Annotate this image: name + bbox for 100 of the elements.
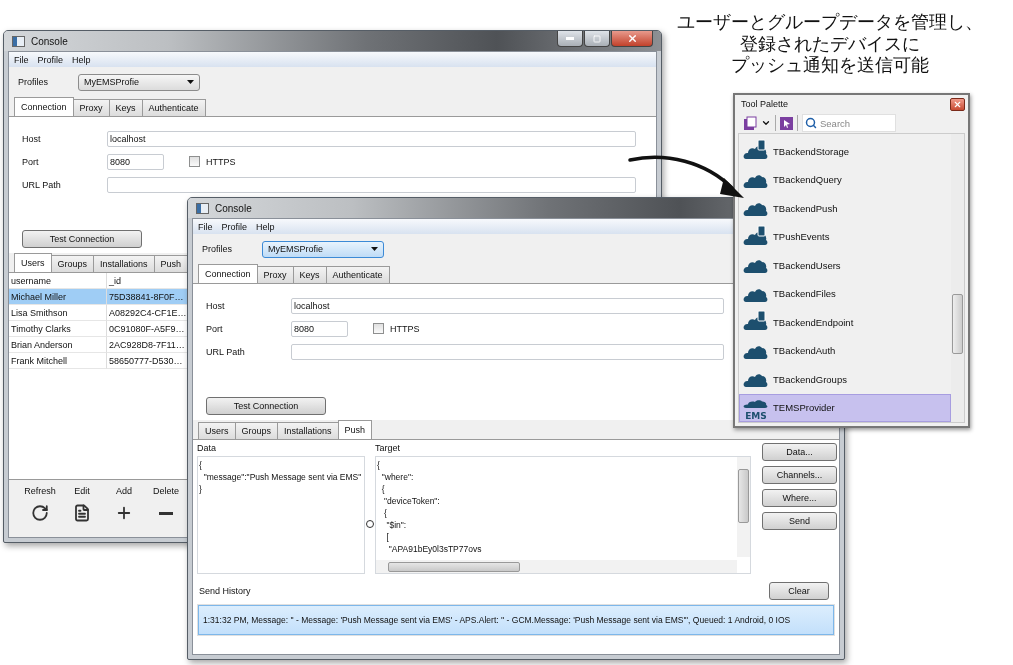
tab[interactable]: Groups	[50, 255, 95, 272]
palette-item[interactable]: EMS TEMSProvider	[739, 393, 951, 422]
refresh-button[interactable]: Refresh	[19, 486, 61, 537]
table-cell[interactable]: Brian Anderson	[9, 337, 107, 353]
data-text-area[interactable]: { "message":"Push Message sent via EMS" }	[197, 456, 365, 574]
tab[interactable]: Users	[14, 253, 52, 272]
palette-item[interactable]: TBackendQuery	[739, 165, 951, 194]
close-button[interactable]	[611, 31, 653, 47]
menu-item[interactable]: Profile	[221, 221, 248, 232]
palette-item[interactable]: TBackendEndpoint	[739, 308, 951, 337]
tab[interactable]: Connection	[14, 97, 74, 116]
search-field[interactable]: Search	[802, 114, 896, 132]
url-path-field[interactable]	[291, 343, 724, 360]
test-connection-button[interactable]: Test Connection	[22, 230, 142, 248]
menu-item[interactable]: Help	[256, 221, 275, 232]
category-icon[interactable]	[743, 115, 757, 131]
field-label: Host	[22, 133, 42, 144]
field-label: Host	[206, 300, 226, 311]
profile-dropdown[interactable]: MyEMSProfie	[78, 73, 200, 91]
palette-item[interactable]: TBackendUsers	[739, 251, 951, 280]
palette-item[interactable]: TBackendStorage	[739, 137, 951, 166]
tab[interactable]: Proxy	[72, 99, 110, 116]
maximize-button[interactable]	[584, 31, 610, 47]
field-label: Port	[206, 323, 224, 334]
refresh-icon	[31, 504, 49, 522]
pointer-icon[interactable]	[780, 116, 793, 130]
vertical-scrollbar[interactable]	[737, 457, 750, 557]
search-icon	[805, 117, 817, 129]
checkbox[interactable]	[189, 156, 200, 167]
table-cell[interactable]: Michael Miller	[9, 289, 107, 305]
palette-item[interactable]: TBackendAuth	[739, 336, 951, 365]
caret-icon[interactable]	[761, 118, 771, 128]
maximize-icon	[593, 34, 601, 43]
host-field[interactable]: localhost	[107, 130, 636, 147]
app-icon	[196, 202, 209, 214]
minimize-icon	[566, 37, 574, 40]
edit-button[interactable]: Edit	[61, 486, 103, 537]
field-label: Profiles	[18, 77, 49, 87]
field-label: Target	[375, 443, 401, 453]
tab[interactable]: Installations	[277, 422, 339, 439]
tab[interactable]: Installations	[93, 255, 155, 272]
field-label: Data	[197, 443, 217, 453]
tab[interactable]: Users	[198, 422, 236, 439]
caret-icon	[371, 247, 378, 251]
add-button[interactable]: Add	[103, 486, 145, 537]
window-title: Console	[215, 202, 252, 214]
palette-item[interactable]: TBackendPush	[739, 194, 951, 223]
tab[interactable]: Proxy	[256, 266, 294, 283]
url-path-field[interactable]	[107, 176, 636, 193]
history-entry[interactable]: 1:31:32 PM, Message: '' - Message: 'Push Message sent via EMS' - APS.Alert: '' - GCM.Message: 'Push Message sent via EMS'", Queued: 1 Android, 0 IOS	[198, 605, 834, 635]
menu-item[interactable]: File	[14, 54, 29, 65]
field-label: Send History	[199, 586, 251, 596]
column-header: username	[9, 273, 107, 289]
annotation-line: ユーザーとグループデータを管理し、	[676, 12, 984, 34]
add-icon	[115, 504, 133, 522]
palette-item[interactable]: TBackendGroups	[739, 365, 951, 394]
close-button[interactable]	[950, 97, 965, 111]
menu-item[interactable]: Profile	[37, 54, 64, 65]
port-field[interactable]: 8080	[107, 153, 164, 170]
port-field[interactable]: 8080	[291, 320, 348, 337]
menu-item[interactable]: Help	[72, 54, 91, 65]
test-connection-button[interactable]: Test Connection	[206, 397, 326, 415]
horizontal-scrollbar[interactable]	[376, 560, 737, 573]
table-cell[interactable]: Timothy Clarks	[9, 321, 107, 337]
table-cell[interactable]: Lisa Smithson	[9, 305, 107, 321]
checkbox-label: HTTPS	[206, 156, 236, 167]
table-cell[interactable]: Frank Mitchell	[9, 353, 107, 369]
tab[interactable]: Keys	[292, 266, 327, 283]
checkbox[interactable]	[373, 323, 384, 334]
field-label: Port	[22, 156, 40, 167]
field-label: URL Path	[206, 346, 246, 357]
tab[interactable]: Connection	[198, 264, 258, 283]
field-label: Profiles	[202, 244, 233, 254]
vertical-scrollbar[interactable]	[951, 134, 964, 422]
app-icon	[12, 35, 25, 47]
host-field[interactable]: localhost	[291, 297, 724, 314]
action-button[interactable]: Data...	[762, 443, 837, 461]
profile-dropdown[interactable]: MyEMSProfie	[262, 240, 384, 258]
caret-icon	[187, 80, 194, 84]
clear-button[interactable]: Clear	[769, 582, 829, 600]
window-title: Console	[31, 35, 68, 47]
tab[interactable]: Groups	[234, 422, 279, 439]
menu-item[interactable]: File	[198, 221, 213, 232]
tab[interactable]: Push	[337, 420, 373, 439]
tab[interactable]: Keys	[108, 99, 143, 116]
target-text-area[interactable]: { "where": { "deviceToken": { "$in": [ "APA91bEy0l3sTP77ovs	[375, 456, 751, 574]
minimize-button[interactable]	[557, 31, 583, 47]
minus-icon	[159, 512, 173, 515]
delete-button[interactable]: Delete	[145, 486, 187, 537]
palette-title: Tool Palette	[741, 99, 789, 109]
tab[interactable]: Authenticate	[325, 266, 390, 283]
palette-item[interactable]: TPushEvents	[739, 222, 951, 251]
palette-item[interactable]: TBackendFiles	[739, 279, 951, 308]
action-button[interactable]: Send	[762, 512, 837, 530]
field-label: URL Path	[22, 179, 62, 190]
close-icon	[953, 99, 962, 109]
edit-icon	[73, 504, 91, 522]
tab[interactable]: Authenticate	[141, 99, 206, 116]
action-button[interactable]: Where...	[762, 489, 837, 507]
action-button[interactable]: Channels...	[762, 466, 837, 484]
